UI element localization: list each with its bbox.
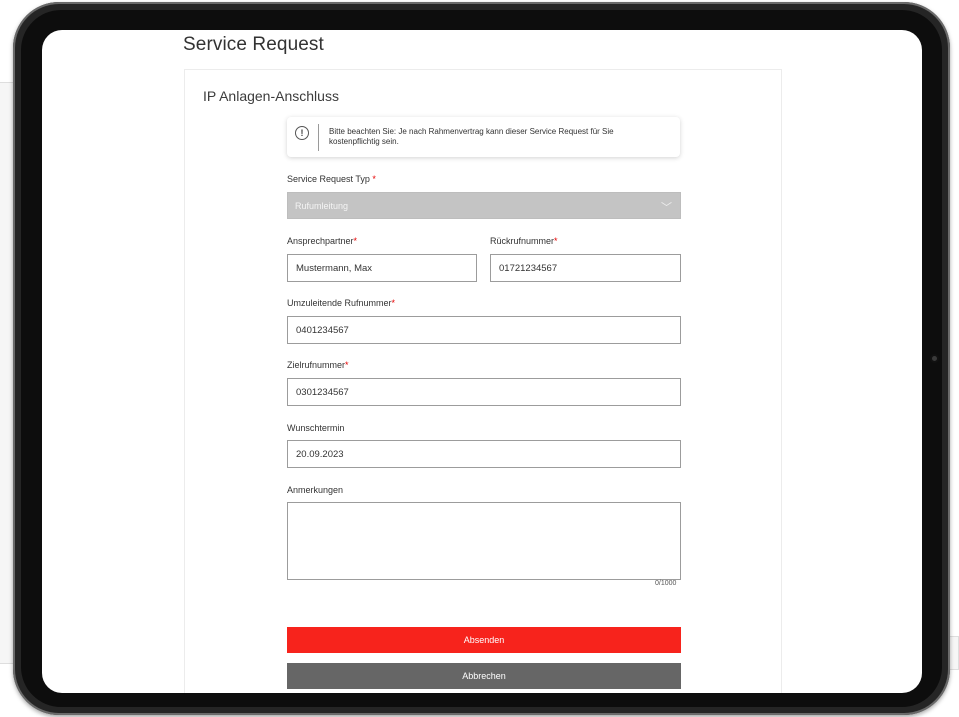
callback-input[interactable]: 01721234567: [490, 254, 681, 282]
chevron-down-icon: ﹀: [661, 202, 672, 214]
callback-label: Rückrufnummer*: [490, 236, 558, 246]
notice-divider: [318, 124, 319, 151]
contact-label: Ansprechpartner*: [287, 236, 358, 246]
type-label: Service Request Typ *: [287, 174, 376, 184]
request-type-value: Rufumleitung: [295, 201, 349, 211]
submit-button[interactable]: Absenden: [287, 627, 681, 653]
notice-line: Bitte beachten Sie: Je nach Rahmenvertra…: [329, 127, 614, 136]
cancel-button[interactable]: Abbrechen: [287, 663, 681, 689]
info-circle-icon: !: [295, 126, 309, 140]
form-card: IP Anlagen-Anschluss ! Bitte beachten Si…: [184, 69, 782, 693]
date-label: Wunschtermin: [287, 423, 345, 433]
remarks-label: Anmerkungen: [287, 485, 344, 495]
camera-icon: [930, 354, 939, 363]
required-marker: *: [391, 298, 396, 308]
tablet-screen: Service Request IP Anlagen-Anschluss ! B…: [42, 30, 922, 693]
remarks-textarea[interactable]: [287, 502, 681, 580]
forward-number-input[interactable]: 0401234567: [287, 316, 681, 344]
notice-line: kostenpflichtig sein.: [329, 137, 399, 146]
target-number-label: Zielrufnummer*: [287, 360, 349, 370]
date-input[interactable]: 20.09.2023: [287, 440, 681, 468]
required-marker: *: [345, 360, 349, 370]
contact-input[interactable]: Mustermann, Max: [287, 254, 477, 282]
forward-number-label: Umzuleitende Rufnummer*: [287, 298, 396, 308]
required-marker: *: [372, 174, 376, 184]
required-marker: *: [353, 236, 358, 246]
char-counter: 0/1000: [655, 580, 677, 587]
notice-box: ! Bitte beachten Sie: Je nach Rahmenvert…: [287, 117, 680, 157]
required-marker: *: [554, 236, 558, 246]
page-title: Service Request: [183, 34, 324, 55]
card-title: IP Anlagen-Anschluss: [203, 88, 339, 104]
request-type-select[interactable]: Rufumleitung ﹀: [287, 192, 681, 219]
target-number-input[interactable]: 0301234567: [287, 378, 681, 406]
notice-text: Bitte beachten Sie: Je nach Rahmenvertra…: [329, 127, 674, 147]
